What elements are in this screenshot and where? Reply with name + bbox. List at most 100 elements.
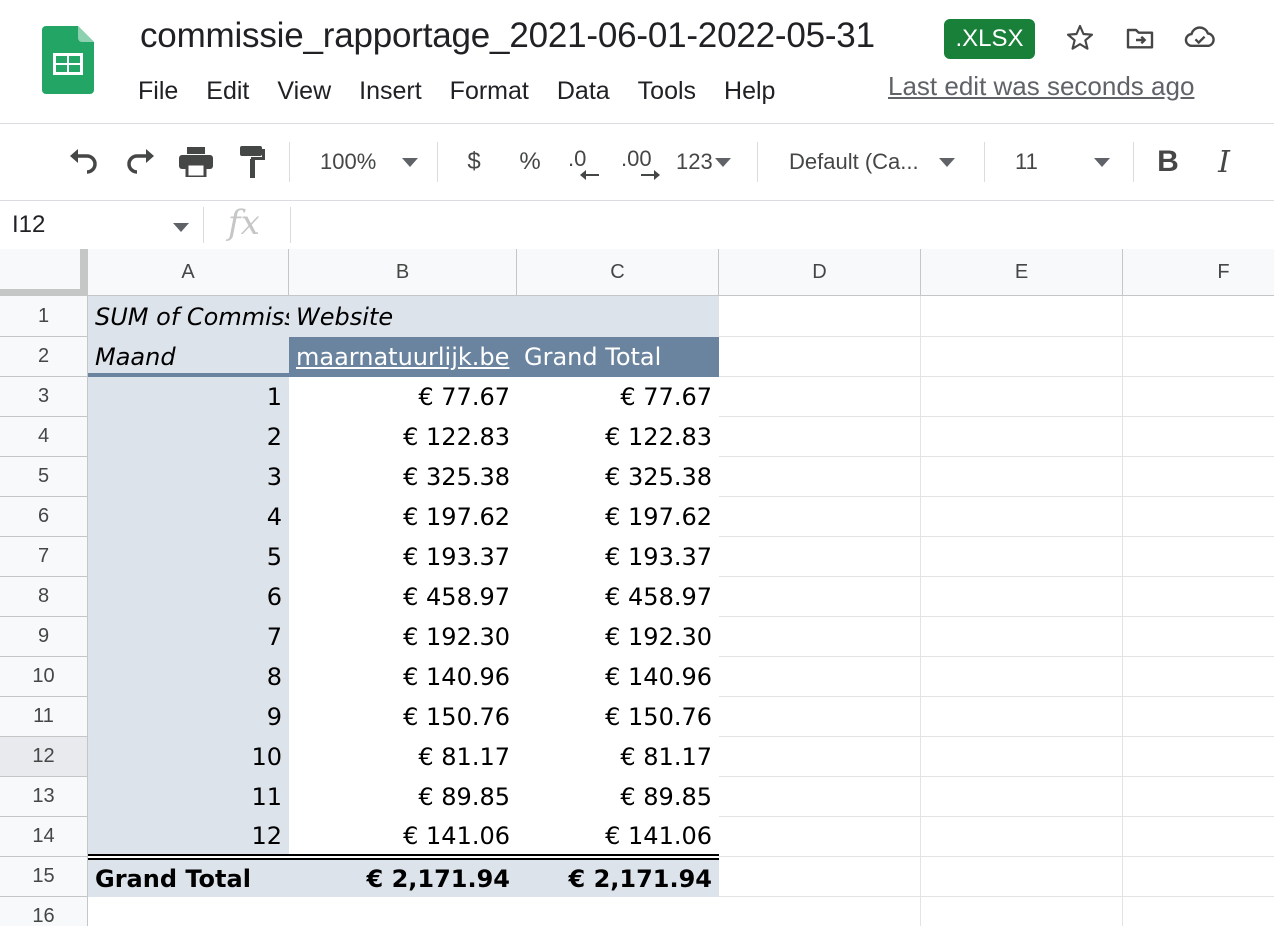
month-cell[interactable]: 2 <box>88 417 289 457</box>
total-value-cell[interactable]: € 89.85 <box>517 777 719 817</box>
zoom-select[interactable]: 100% <box>320 140 419 184</box>
menu-edit[interactable]: Edit <box>192 72 263 110</box>
month-cell[interactable]: 8 <box>88 657 289 697</box>
grand-total-column-header[interactable]: Grand Total <box>517 337 719 377</box>
name-box[interactable]: I12 <box>12 211 45 239</box>
column-header-e[interactable]: E <box>921 249 1123 296</box>
column-header-a[interactable]: A <box>88 249 289 296</box>
site-value-cell[interactable]: € 77.67 <box>289 377 517 417</box>
more-formats-label: 123 <box>676 149 713 174</box>
month-cell[interactable]: 5 <box>88 537 289 577</box>
star-icon[interactable] <box>1062 20 1098 56</box>
row-header[interactable]: 9 <box>0 617 88 657</box>
move-to-folder-icon[interactable] <box>1122 20 1158 56</box>
month-cell[interactable]: 12 <box>88 817 289 854</box>
cloud-saved-icon[interactable] <box>1182 20 1218 56</box>
menu-data[interactable]: Data <box>543 72 624 110</box>
site-value-cell[interactable]: € 325.38 <box>289 457 517 497</box>
row-header[interactable]: 15 <box>0 857 88 897</box>
total-value-cell[interactable]: € 122.83 <box>517 417 719 457</box>
month-cell[interactable]: 1 <box>88 377 289 417</box>
row-header[interactable]: 13 <box>0 777 88 817</box>
row-header[interactable]: 2 <box>0 337 88 377</box>
grand-total-value[interactable]: € 2,171.94 <box>517 860 719 897</box>
menu-view[interactable]: View <box>263 72 345 110</box>
row-header[interactable]: 10 <box>0 657 88 697</box>
chevron-down-icon <box>402 157 419 167</box>
percent-format-button[interactable]: % <box>512 140 548 184</box>
row-header[interactable]: 14 <box>0 817 88 857</box>
menu-format[interactable]: Format <box>436 72 543 110</box>
total-value-cell[interactable]: € 140.96 <box>517 657 719 697</box>
total-value-cell[interactable]: € 193.37 <box>517 537 719 577</box>
last-edit-link[interactable]: Last edit was seconds ago <box>888 71 1194 102</box>
column-header-c[interactable]: C <box>517 249 719 296</box>
row-header-selected[interactable]: 12 <box>0 737 88 777</box>
site-value-cell[interactable]: € 193.37 <box>289 537 517 577</box>
site-value-cell[interactable]: € 122.83 <box>289 417 517 457</box>
month-cell[interactable]: 7 <box>88 617 289 657</box>
total-value-cell[interactable]: € 197.62 <box>517 497 719 537</box>
month-cell[interactable]: 11 <box>88 777 289 817</box>
menu-tools[interactable]: Tools <box>624 72 710 110</box>
total-value-cell[interactable]: € 77.67 <box>517 377 719 417</box>
menu-file[interactable]: File <box>124 72 192 110</box>
month-cell[interactable]: 6 <box>88 577 289 617</box>
italic-button[interactable]: I <box>1206 140 1242 184</box>
bold-button[interactable]: B <box>1150 140 1186 184</box>
sheets-logo-icon[interactable] <box>42 26 94 94</box>
column-header-b[interactable]: B <box>289 249 517 296</box>
font-family-select[interactable]: Default (Ca... <box>789 140 955 184</box>
paint-format-icon[interactable] <box>230 140 274 184</box>
column-header-d[interactable]: D <box>719 249 921 296</box>
select-all-corner[interactable] <box>0 249 88 297</box>
row-header[interactable]: 3 <box>0 377 88 417</box>
pivot-rows-header[interactable]: Maand <box>88 337 289 377</box>
row-header[interactable]: 7 <box>0 537 88 577</box>
site-value-cell[interactable]: € 81.17 <box>289 737 517 777</box>
website-column-header[interactable]: maarnatuurlijk.be <box>289 337 517 377</box>
row-header[interactable]: 16 <box>0 897 88 926</box>
row-header[interactable]: 5 <box>0 457 88 497</box>
menu-insert[interactable]: Insert <box>345 72 436 110</box>
row-header[interactable]: 8 <box>0 577 88 617</box>
formula-input[interactable] <box>300 209 1260 241</box>
column-header-f[interactable]: F <box>1123 249 1274 296</box>
print-icon[interactable] <box>174 140 218 184</box>
month-cell[interactable]: 3 <box>88 457 289 497</box>
month-cell[interactable]: 4 <box>88 497 289 537</box>
site-value-cell[interactable]: € 89.85 <box>289 777 517 817</box>
total-value-cell[interactable]: € 192.30 <box>517 617 719 657</box>
decrease-decimal-button[interactable]: .0 <box>560 140 604 184</box>
row-header[interactable]: 4 <box>0 417 88 457</box>
site-value-cell[interactable]: € 141.06 <box>289 817 517 854</box>
pivot-columns-header[interactable]: Website <box>289 296 719 337</box>
currency-format-button[interactable]: $ <box>456 140 492 184</box>
undo-icon[interactable] <box>62 140 106 184</box>
font-size-select[interactable]: 11 <box>1015 140 1110 184</box>
grand-total-row-label[interactable]: Grand Total <box>88 860 289 897</box>
site-value-cell[interactable]: € 192.30 <box>289 617 517 657</box>
total-value-cell[interactable]: € 325.38 <box>517 457 719 497</box>
row-header[interactable]: 6 <box>0 497 88 537</box>
row-header[interactable]: 1 <box>0 296 88 337</box>
pivot-values-header[interactable]: SUM of Commissie <box>88 296 289 337</box>
site-value-cell[interactable]: € 197.62 <box>289 497 517 537</box>
site-value-cell[interactable]: € 458.97 <box>289 577 517 617</box>
site-value-cell[interactable]: € 150.76 <box>289 697 517 737</box>
menu-help[interactable]: Help <box>710 72 789 110</box>
document-title[interactable]: commissie_rapportage_2021-06-01-2022-05-… <box>140 16 875 56</box>
total-value-cell[interactable]: € 458.97 <box>517 577 719 617</box>
grand-total-site-value[interactable]: € 2,171.94 <box>289 860 517 897</box>
total-value-cell[interactable]: € 150.76 <box>517 697 719 737</box>
chevron-down-icon[interactable] <box>173 223 189 232</box>
month-cell[interactable]: 9 <box>88 697 289 737</box>
total-value-cell[interactable]: € 81.17 <box>517 737 719 777</box>
site-value-cell[interactable]: € 140.96 <box>289 657 517 697</box>
month-cell[interactable]: 10 <box>88 737 289 777</box>
total-value-cell[interactable]: € 141.06 <box>517 817 719 854</box>
row-header[interactable]: 11 <box>0 697 88 737</box>
increase-decimal-button[interactable]: .00 <box>616 140 666 184</box>
more-formats-select[interactable]: 123 <box>676 140 731 184</box>
redo-icon[interactable] <box>118 140 162 184</box>
